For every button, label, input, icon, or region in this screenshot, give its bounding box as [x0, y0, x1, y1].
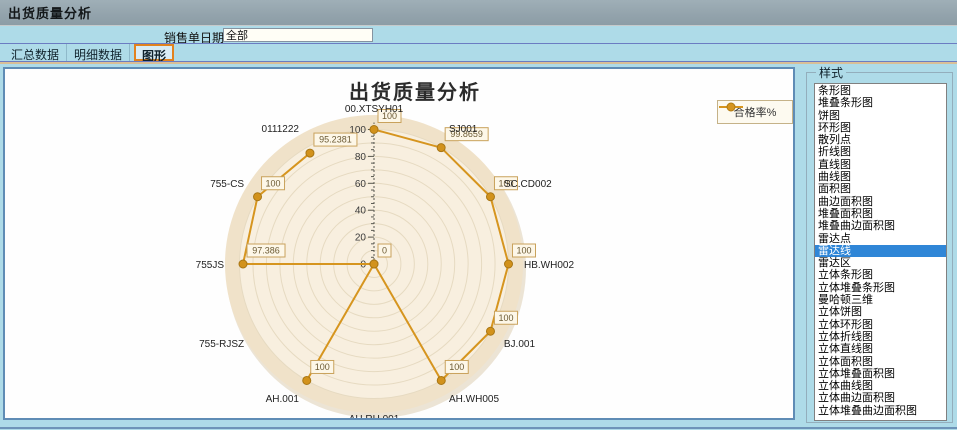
svg-text:00.XTSYH01: 00.XTSYH01 — [345, 104, 404, 115]
style-list[interactable]: 条形图堆叠条形图饼图环形图散列点折线图直线图曲线图面积图曲边面积图堆叠面积图堆叠… — [814, 83, 947, 421]
svg-text:100: 100 — [498, 313, 513, 323]
style-list-item[interactable]: 立体环形图 — [815, 319, 946, 331]
svg-text:AH.RH.001: AH.RH.001 — [349, 414, 400, 418]
svg-text:100: 100 — [266, 178, 281, 188]
svg-text:100: 100 — [516, 246, 531, 256]
style-list-item[interactable]: 立体直线图 — [815, 343, 946, 355]
svg-text:40: 40 — [355, 206, 367, 217]
svg-text:100: 100 — [449, 362, 464, 372]
svg-text:755-RJSZ: 755-RJSZ — [199, 339, 244, 350]
style-list-item[interactable]: 立体面积图 — [815, 356, 946, 368]
style-list-item[interactable]: 堆叠条形图 — [815, 97, 946, 109]
window-title: 出货质量分析 — [8, 3, 92, 22]
style-list-item[interactable]: 曲边面积图 — [815, 196, 946, 208]
style-list-item[interactable]: 立体堆叠面积图 — [815, 368, 946, 380]
svg-text:20: 20 — [355, 233, 367, 244]
svg-text:80: 80 — [355, 152, 367, 163]
style-list-item[interactable]: 堆叠面积图 — [815, 208, 946, 220]
svg-text:出货质量分析: 出货质量分析 — [349, 80, 481, 104]
chart-panel: 出货质量分析02040608010010000.XTSYH0199.8659SJ… — [3, 67, 795, 420]
svg-text:755JS: 755JS — [196, 260, 225, 271]
style-list-item[interactable]: 立体曲边面积图 — [815, 392, 946, 404]
svg-text:100: 100 — [315, 362, 330, 372]
tab-graph[interactable]: 图形 — [134, 44, 174, 61]
svg-text:AH.001: AH.001 — [266, 394, 300, 405]
svg-text:97.386: 97.386 — [252, 246, 280, 256]
tab-detail-data[interactable]: 明细数据 — [67, 44, 130, 61]
style-list-item[interactable]: 立体堆叠条形图 — [815, 282, 946, 294]
legend-series-marker — [718, 101, 744, 113]
svg-text:60: 60 — [355, 179, 367, 190]
style-list-item[interactable]: 立体折线图 — [815, 331, 946, 343]
svg-text:AH.WH005: AH.WH005 — [449, 394, 499, 405]
style-list-item[interactable]: 雷达线 — [815, 245, 946, 257]
style-groupbox-title: 样式 — [816, 64, 846, 81]
window-titlebar: 出货质量分析 — [0, 0, 957, 26]
main-content: 出货质量分析02040608010010000.XTSYH0199.8659SJ… — [0, 64, 957, 427]
style-list-item[interactable]: 条形图 — [815, 85, 946, 97]
svg-text:0: 0 — [382, 246, 387, 256]
date-filter-input[interactable] — [223, 28, 373, 42]
style-list-item[interactable]: 雷达区 — [815, 257, 946, 269]
tab-summary-data[interactable]: 汇总数据 — [4, 44, 67, 61]
svg-text:BJ.001: BJ.001 — [504, 339, 536, 350]
style-list-item[interactable]: 堆叠曲边面积图 — [815, 220, 946, 232]
svg-text:SJ001: SJ001 — [449, 124, 478, 135]
style-list-item[interactable]: 曲线图 — [815, 171, 946, 183]
svg-text:95.2381: 95.2381 — [319, 135, 352, 145]
app-window: 出货质量分析 销售单日期 汇总数据明细数据图形 出货质量分析 0 20 40 60 80 1… — [0, 0, 957, 430]
style-list-item[interactable]: 立体堆叠曲边面积图 — [815, 405, 946, 417]
chart-legend: 合格率% — [717, 100, 793, 124]
style-list-item[interactable]: 立体条形图 — [815, 269, 946, 281]
style-list-item[interactable]: 饼图 — [815, 110, 946, 122]
window-bottom-border — [0, 427, 957, 429]
filter-row: 销售单日期 — [0, 27, 957, 43]
style-list-item[interactable]: 曼哈顿三维 — [815, 294, 946, 306]
style-list-item[interactable]: 面积图 — [815, 183, 946, 195]
svg-text:HB.WH002: HB.WH002 — [524, 260, 574, 271]
style-list-item[interactable]: 折线图 — [815, 146, 946, 158]
tab-bar: 汇总数据明细数据图形 — [0, 44, 957, 61]
style-list-item[interactable]: 散列点 — [815, 134, 946, 146]
style-list-item[interactable]: 立体饼图 — [815, 306, 946, 318]
style-list-item[interactable]: 立体曲线图 — [815, 380, 946, 392]
style-groupbox: 样式 条形图堆叠条形图饼图环形图散列点折线图直线图曲线图面积图曲边面积图堆叠面积… — [806, 64, 953, 423]
svg-text:755-CS: 755-CS — [210, 179, 244, 190]
style-list-item[interactable]: 直线图 — [815, 159, 946, 171]
style-list-item[interactable]: 环形图 — [815, 122, 946, 134]
svg-text:0111222: 0111222 — [262, 124, 300, 135]
svg-text:SC.CD002: SC.CD002 — [504, 179, 552, 190]
radar-chart: 出货质量分析02040608010010000.XTSYH0199.8659SJ… — [5, 69, 793, 418]
style-list-item[interactable]: 雷达点 — [815, 233, 946, 245]
